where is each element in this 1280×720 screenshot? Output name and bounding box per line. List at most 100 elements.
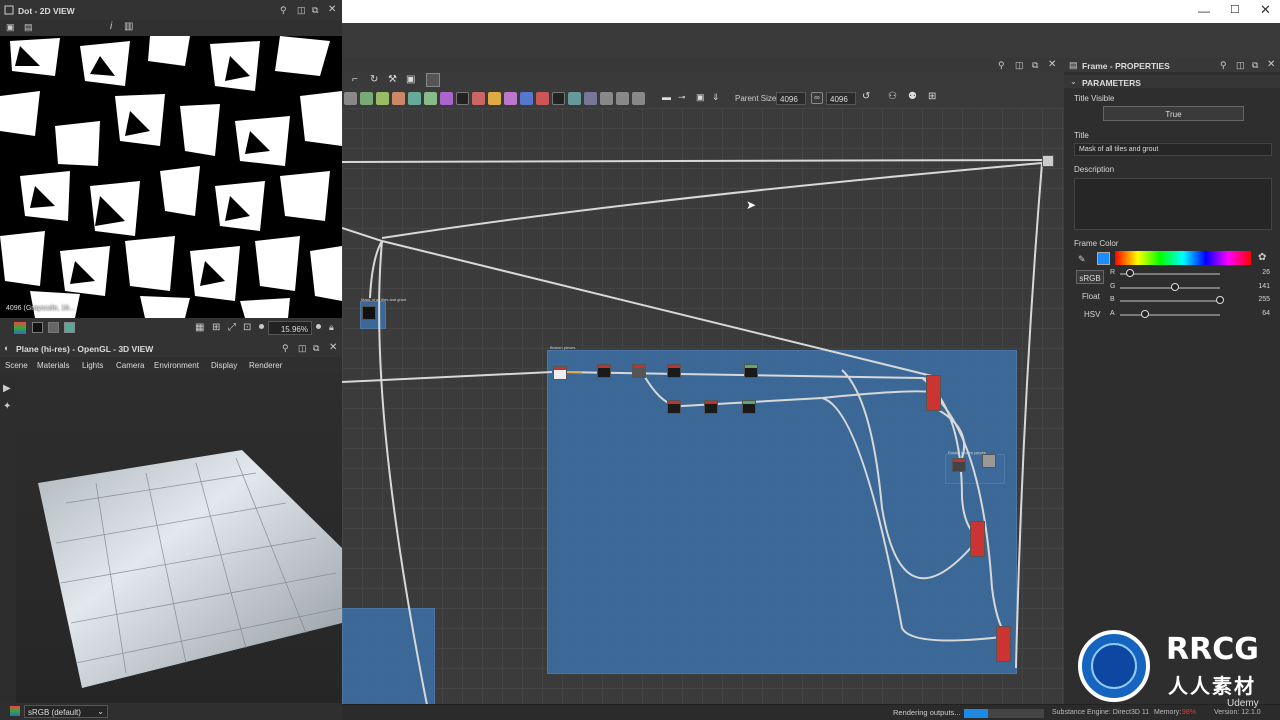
minimize-icon[interactable]: — (1198, 4, 1210, 18)
colorspace-select[interactable]: sRGB (default) ⌄ (24, 705, 108, 718)
atom-switch-icon[interactable] (584, 92, 597, 105)
atom-noise-icon[interactable] (456, 92, 469, 105)
camera-snap-icon[interactable]: ▣ (406, 74, 415, 85)
light-icon[interactable]: ✦ (3, 401, 11, 412)
float-3d-icon[interactable]: ◫ (298, 343, 307, 354)
close-graph-icon[interactable]: ✕ (1048, 59, 1056, 70)
node-5[interactable] (667, 400, 681, 414)
fit-icon[interactable]: ⤢ (228, 322, 236, 333)
node-input[interactable] (553, 366, 567, 380)
node-output[interactable] (1042, 155, 1054, 167)
align-icon[interactable]: ⚇ (888, 91, 897, 102)
close-icon[interactable]: ✕ (1260, 2, 1271, 18)
viewport-3d[interactable] (16, 373, 342, 703)
maximize-icon[interactable]: ☐ (1230, 3, 1240, 16)
title-visible-toggle[interactable]: True (1103, 106, 1244, 121)
channel-slider-a[interactable] (1120, 313, 1220, 316)
atom-font-icon[interactable] (504, 92, 517, 105)
close-3d-icon[interactable]: ✕ (329, 342, 337, 353)
node-rotate-1[interactable] (952, 458, 966, 472)
maximize-properties-icon[interactable]: ⧉ (1252, 60, 1258, 71)
node-rotate-2[interactable] (982, 454, 996, 468)
atom-text-icon[interactable] (488, 92, 501, 105)
channel-slider-b[interactable] (1120, 300, 1220, 302)
close-properties-icon[interactable]: ✕ (1267, 59, 1275, 70)
channel-knob-r[interactable] (1126, 269, 1134, 277)
eyedropper-icon[interactable]: ✎ (1078, 254, 1086, 265)
menu-renderer[interactable]: Renderer (249, 361, 282, 370)
node-3[interactable] (667, 364, 681, 378)
node-blend-2[interactable] (970, 521, 985, 557)
dot-node-icon[interactable]: ⊸ (678, 92, 686, 103)
channel-knob-a[interactable] (1141, 309, 1149, 318)
parent-size-select[interactable]: 4096 (776, 92, 806, 105)
srgb-button[interactable]: sRGB (1076, 270, 1104, 284)
node-mask-thumbnail[interactable] (362, 306, 376, 320)
maximize-3d-icon[interactable]: ⧉ (313, 343, 319, 354)
atom-blend-icon[interactable] (392, 92, 405, 105)
menu-lights[interactable]: Lights (82, 361, 103, 370)
atom-gradient-icon[interactable] (376, 92, 389, 105)
node-7[interactable] (742, 400, 756, 414)
channel-slider-r[interactable] (1120, 273, 1220, 275)
pin-node-icon[interactable]: ▣ (696, 92, 705, 103)
menu-environment[interactable]: Environment (154, 361, 199, 370)
atom-frame-icon[interactable] (632, 92, 645, 105)
pin-properties-icon[interactable]: ⚲ (1220, 60, 1227, 71)
reset-size-icon[interactable]: ↺ (862, 91, 870, 102)
zoom-field[interactable]: 15.96% (268, 321, 312, 335)
refresh-icon[interactable]: ↻ (370, 74, 378, 85)
size-select[interactable]: 4096 (826, 92, 856, 105)
lock-icon[interactable]: 🔒︎ (329, 322, 334, 333)
zoom-reset-icon[interactable] (316, 324, 321, 329)
node-6[interactable] (704, 400, 718, 414)
channel-knob-b[interactable] (1216, 296, 1224, 304)
node-blend-1[interactable] (926, 375, 941, 411)
histogram-icon[interactable]: ▥ (124, 21, 133, 32)
atom-fx-icon[interactable] (568, 92, 581, 105)
menu-display[interactable]: Display (211, 361, 237, 370)
menu-camera[interactable]: Camera (116, 361, 144, 370)
atom-gray-icon[interactable] (344, 92, 357, 105)
hsv-button[interactable]: HSV (1084, 310, 1100, 319)
float-properties-icon[interactable]: ◫ (1236, 60, 1245, 71)
atom-output-icon[interactable] (616, 92, 629, 105)
float-button[interactable]: Float (1082, 292, 1100, 301)
channel-slider-g[interactable] (1120, 286, 1220, 289)
description-textarea[interactable] (1074, 178, 1272, 230)
camera-icon[interactable]: ▶ (3, 383, 11, 394)
color-swatch[interactable] (1097, 252, 1110, 265)
atom-fill-icon[interactable] (536, 92, 549, 105)
menu-materials[interactable]: Materials (37, 361, 69, 370)
frame-tool-icon[interactable] (426, 73, 440, 87)
menu-scene[interactable]: Scene (5, 361, 28, 370)
distribute-icon[interactable]: ⚉ (908, 91, 917, 102)
atom-input-icon[interactable] (600, 92, 613, 105)
palette-icon[interactable]: ✿ (1258, 252, 1266, 263)
maximize-panel-icon[interactable]: ⧉ (312, 5, 318, 16)
atom-blur-icon[interactable] (408, 92, 421, 105)
atom-warp-icon[interactable] (440, 92, 453, 105)
node-blend-3[interactable] (996, 626, 1011, 662)
download-icon[interactable]: ⇓ (712, 92, 720, 103)
pin-graph-icon[interactable]: ⚲ (998, 60, 1005, 71)
close-panel-icon[interactable]: ✕ (328, 4, 336, 15)
atom-shape-icon[interactable] (424, 92, 437, 105)
tools-icon[interactable]: ⚒ (388, 74, 397, 85)
node-2[interactable] (632, 364, 646, 378)
save-icon[interactable]: ▣ (6, 22, 15, 33)
float-icon[interactable]: ◫ (297, 5, 306, 16)
copy-icon[interactable]: ▤ (24, 22, 33, 33)
info-icon[interactable]: i (110, 21, 112, 32)
atom-uniform-icon[interactable] (360, 92, 373, 105)
float-graph-icon[interactable]: ◫ (1015, 60, 1024, 71)
channel-knob-g[interactable] (1171, 282, 1179, 291)
atom-transform-icon[interactable] (520, 92, 533, 105)
gray-bg-icon[interactable] (48, 322, 59, 333)
parameters-section[interactable]: ⌄ PARAMETERS (1064, 75, 1280, 88)
zoom-icon[interactable]: ⊡ (243, 322, 251, 333)
hue-spectrum[interactable] (1115, 251, 1251, 265)
pin-3d-icon[interactable]: ⚲ (282, 343, 289, 354)
atom-levels-icon[interactable] (472, 92, 485, 105)
node-4[interactable] (744, 364, 758, 378)
